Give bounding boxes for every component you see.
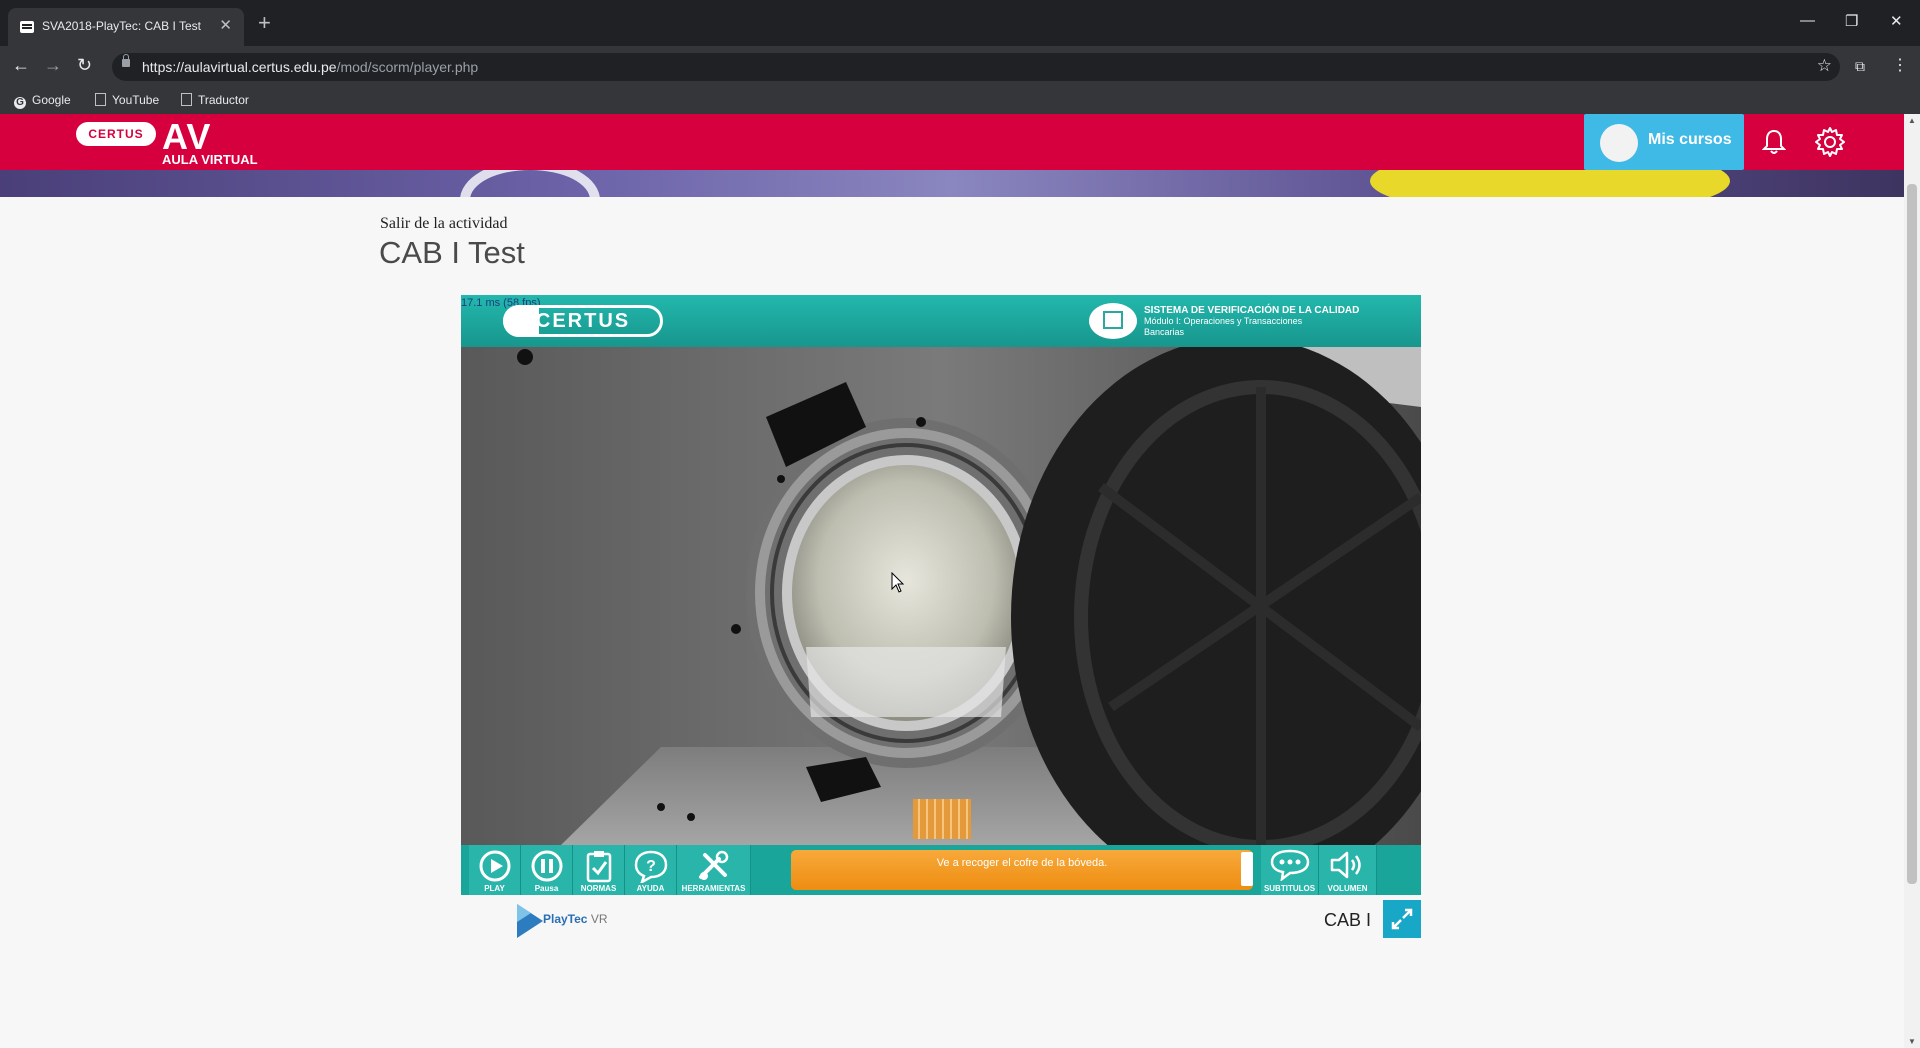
bookmark-google[interactable]: G Google <box>14 93 71 109</box>
exit-activity-link[interactable]: Salir de la actividad <box>380 215 508 233</box>
scrollbar-thumb[interactable] <box>1907 184 1917 884</box>
herramientas-button[interactable]: HERRAMIENTAS <box>677 845 751 895</box>
subtitle-bar: Ve a recoger el cofre de la bóveda. <box>791 850 1253 890</box>
player-controls: PLAY Pausa NORMAS ? AYUDA HERRAMIENTAS V… <box>461 845 1421 895</box>
mis-cursos-button[interactable]: Mis cursos <box>1584 114 1744 170</box>
volume-icon <box>1330 851 1361 879</box>
new-tab-icon[interactable]: + <box>258 10 271 36</box>
player-footer: PlayTec VR CAB I <box>461 898 1421 940</box>
scorm-label: CAB I <box>1323 910 1371 930</box>
pause-button[interactable]: Pausa <box>521 845 573 895</box>
subtitle-text: Ve a recoger el cofre de la bóveda. <box>936 857 1108 869</box>
back-icon[interactable]: ← <box>12 55 30 76</box>
scroll-up-icon[interactable]: ▲ <box>1908 116 1916 125</box>
bookmark-youtube[interactable]: YouTube <box>95 93 159 107</box>
avatar <box>1600 124 1638 162</box>
player-header: 17.1 ms (58 fps) CERTUS SISTEMA DE VERIF… <box>461 295 1421 347</box>
forward-icon[interactable]: → <box>44 55 62 76</box>
course-banner-image <box>0 170 1904 197</box>
volumen-button[interactable]: VOLUMEN <box>1319 845 1377 895</box>
subtitle-scroll-handle[interactable] <box>1241 852 1253 886</box>
tab-title: SVA2018-PlayTec: CAB I Test <box>42 19 201 33</box>
ayuda-button[interactable]: ? AYUDA <box>625 845 677 895</box>
tab-close-icon[interactable]: ✕ <box>219 16 232 34</box>
reload-icon[interactable]: ↻ <box>77 55 92 76</box>
system-title-line1: SISTEMA DE VERIFICACIÓN DE LA CALIDAD <box>1144 305 1360 316</box>
tools-icon <box>698 850 728 880</box>
subtitulos-button[interactable]: SUBTITULOS <box>1261 845 1319 895</box>
page-scrollbar[interactable]: ▲ ▼ <box>1904 114 1920 1048</box>
restore-icon[interactable]: ❐ <box>1845 12 1858 30</box>
notification-bell-icon[interactable] <box>1762 128 1786 156</box>
quality-badge-icon <box>1089 303 1137 339</box>
browser-tab[interactable]: SVA2018-PlayTec: CAB I Test ✕ <box>8 8 244 46</box>
vault-3d-scene[interactable] <box>461 347 1421 845</box>
expand-icon <box>1391 908 1413 930</box>
system-title: SISTEMA DE VERIFICACIÓN DE LA CALIDAD Mó… <box>1144 305 1359 338</box>
google-icon: G <box>14 97 26 109</box>
play-icon <box>479 850 510 882</box>
scroll-down-icon[interactable]: ▼ <box>1908 1037 1916 1046</box>
site-header: CERTUS AV AULA VIRTUAL Mis cursos <box>0 114 1904 170</box>
system-title-line3: Bancarias <box>1144 327 1185 337</box>
logo-subtitle: AULA VIRTUAL <box>162 152 258 167</box>
normas-button[interactable]: NORMAS <box>573 845 625 895</box>
extensions-icon[interactable]: ⧉ <box>1855 58 1865 75</box>
fullscreen-button[interactable] <box>1383 900 1421 938</box>
scorm-player[interactable]: 17.1 ms (58 fps) CERTUS SISTEMA DE VERIF… <box>461 295 1421 895</box>
bookmark-star-icon[interactable]: ☆ <box>1817 56 1832 76</box>
address-url: https://aulavirtual.certus.edu.pe/mod/sc… <box>142 59 479 75</box>
lock-icon <box>122 54 130 67</box>
window-close-icon[interactable]: ✕ <box>1890 12 1903 30</box>
menu-dots-icon[interactable]: ⋮ <box>1892 55 1908 75</box>
page-icon <box>95 93 106 106</box>
tab-favicon-icon <box>20 21 34 33</box>
svg-text:?: ? <box>646 858 656 875</box>
browser-toolbar: ← → ↻ https://aulavirtual.certus.edu.pe/… <box>0 46 1920 88</box>
playtec-logo: PlayTec VR <box>515 902 608 945</box>
address-bar[interactable]: https://aulavirtual.certus.edu.pe/mod/sc… <box>112 53 1840 81</box>
player-certus-logo: CERTUS <box>503 305 663 337</box>
play-button[interactable]: PLAY <box>469 845 521 895</box>
certus-logo[interactable]: CERTUS <box>76 122 156 146</box>
pause-icon <box>531 850 562 882</box>
page-title: CAB I Test <box>379 235 525 270</box>
bookmark-traductor[interactable]: Traductor <box>181 93 249 107</box>
bookmarks-bar: G Google YouTube Traductor <box>0 88 1920 114</box>
page-icon <box>181 93 192 106</box>
playtec-play-icon <box>517 904 543 938</box>
settings-gear-icon[interactable] <box>1814 126 1846 158</box>
minimize-icon[interactable]: — <box>1800 12 1815 29</box>
browser-titlebar: SVA2018-PlayTec: CAB I Test ✕ + — ❐ ✕ <box>0 0 1920 46</box>
clipboard-icon <box>586 851 611 883</box>
subtitles-bubble-icon <box>1270 849 1309 881</box>
help-bubble-icon: ? <box>634 850 667 883</box>
mis-cursos-label: Mis cursos <box>1648 131 1732 148</box>
system-title-line2: Módulo I: Operaciones y Transacciones <box>1144 316 1303 326</box>
mouse-cursor-icon <box>891 572 905 593</box>
